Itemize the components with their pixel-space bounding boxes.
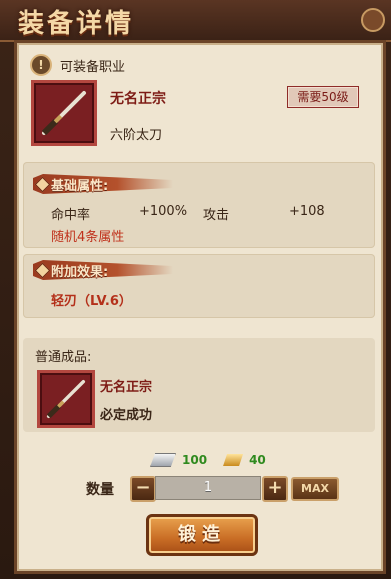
- stat-value-attack: +108: [289, 204, 325, 219]
- product-icon-sword[interactable]: [37, 370, 95, 428]
- sword-icon: [41, 91, 86, 136]
- base-attributes-section: 基础属性: 命中率 +100% 攻击 +108 随机4条属性: [23, 162, 375, 248]
- max-button[interactable]: MAX: [291, 477, 339, 501]
- random-attribute-note: 随机4条属性: [51, 230, 125, 245]
- extra-effect-header: 附加效果:: [33, 260, 173, 280]
- forge-button[interactable]: 锻造: [146, 514, 258, 556]
- gold-ingot-icon: [223, 454, 244, 466]
- job-row: ! 可装备职业: [30, 54, 125, 76]
- normal-product-title: 普通成品:: [35, 350, 92, 365]
- quantity-stepper[interactable]: 1: [155, 476, 261, 500]
- extra-effect-section: 附加效果: 轻刃（LV.6）: [23, 254, 375, 318]
- quantity-label: 数量: [86, 482, 114, 498]
- cost-row: 100 40: [150, 453, 276, 467]
- item-name: 无名正宗: [110, 91, 166, 107]
- sword-icon: [46, 379, 86, 419]
- stat-name-hit: 命中率: [51, 208, 91, 223]
- title-bar: 装备详情: [0, 0, 391, 42]
- item-icon-sword[interactable]: [31, 80, 97, 146]
- stat-value-hit: +100%: [139, 204, 188, 219]
- gold-cost: 40: [249, 453, 266, 467]
- silver-ingot-icon: [150, 453, 176, 467]
- product-name: 无名正宗: [100, 380, 153, 395]
- corner-ornament: [361, 8, 385, 32]
- extra-effect-skill: 轻刃（LV.6）: [51, 294, 132, 309]
- extra-effect-title: 附加效果:: [51, 264, 109, 280]
- silver-cost: 100: [182, 453, 208, 467]
- base-attributes-header: 基础属性:: [33, 174, 173, 194]
- increase-button[interactable]: +: [262, 476, 288, 502]
- job-label: 可装备职业: [60, 59, 126, 75]
- stat-name-attack: 攻击: [203, 208, 230, 223]
- window-title: 装备详情: [18, 9, 135, 39]
- decrease-button[interactable]: −: [130, 476, 156, 502]
- exclamation-icon[interactable]: !: [30, 54, 52, 76]
- level-requirement-badge: 需要50级: [287, 86, 359, 108]
- product-note: 必定成功: [100, 408, 153, 423]
- item-type: 六阶太刀: [110, 128, 163, 143]
- base-attributes-title: 基础属性:: [51, 178, 109, 194]
